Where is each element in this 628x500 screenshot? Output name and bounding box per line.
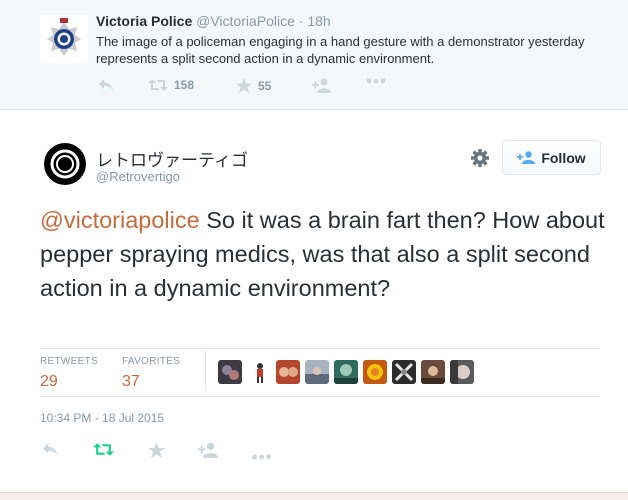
gear-icon (471, 149, 489, 167)
retweets-label: RETWEETS (40, 356, 98, 367)
retweet-button[interactable] (93, 442, 114, 462)
reply-icon (43, 443, 58, 456)
favorite-icon (148, 442, 165, 458)
avatar-image (363, 360, 387, 384)
stats-bottom-divider (40, 396, 600, 397)
favoriter-avatar[interactable] (248, 360, 272, 384)
parent-header-separator: · (298, 13, 304, 29)
follow-author-button[interactable] (198, 442, 219, 463)
follow-button-label: Follow (541, 149, 586, 166)
reply-icon (99, 79, 113, 91)
favoriter-avatar[interactable] (276, 360, 300, 384)
parent-favorite-button[interactable]: 55 (236, 78, 271, 93)
author-screen-name[interactable]: @Retrovertigo (96, 169, 180, 184)
avatar-image (421, 360, 445, 384)
parent-tweet[interactable]: Victoria Police @VictoriaPolice · 18h Th… (0, 0, 628, 110)
user-actions-gear-button[interactable] (470, 148, 490, 168)
favoriter-avatar[interactable] (305, 360, 329, 384)
tweet-text: @victoriapolice So it was a brain fart t… (40, 203, 605, 305)
swirl-logo-icon (44, 143, 86, 185)
parent-tweet-header: Victoria Police @VictoriaPolice · 18h (96, 13, 331, 29)
avatar-image (218, 360, 242, 384)
parent-retweet-button[interactable]: 158 (148, 78, 194, 92)
author-display-name[interactable]: レトロヴァーティゴ (96, 146, 248, 171)
tweet-timestamp[interactable]: 10:34 PM - 18 Jul 2015 (40, 411, 164, 425)
victoria-police-avatar[interactable] (40, 15, 88, 63)
follow-icon (198, 442, 218, 458)
avatar-image (248, 360, 272, 384)
more-icon (252, 454, 271, 460)
mention-link[interactable]: @victoriapolice (40, 207, 200, 233)
parent-tweet-text: The image of a policeman engaging in a h… (96, 34, 585, 66)
more-icon (366, 78, 386, 84)
retweets-count: 29 (40, 373, 58, 390)
parent-follow-button[interactable] (312, 78, 332, 93)
reply-box-strip (0, 492, 628, 500)
parent-more-button[interactable] (366, 78, 386, 84)
parent-reply-button[interactable] (98, 78, 114, 92)
favorites-label: FAVORITES (122, 356, 181, 367)
more-button[interactable] (251, 447, 272, 465)
parent-author-handle[interactable]: @VictoriaPolice (196, 13, 295, 29)
favoriter-avatar[interactable] (334, 360, 358, 384)
reply-button[interactable] (42, 442, 59, 462)
avatar-image (392, 360, 416, 384)
follow-person-icon (517, 151, 536, 164)
avatar-image (334, 360, 358, 384)
favoriter-avatar[interactable] (421, 360, 445, 384)
avatar-image (450, 360, 474, 384)
retweet-icon (148, 79, 168, 91)
favorite-icon (236, 78, 252, 93)
stats-top-divider (40, 348, 600, 349)
parent-author-name[interactable]: Victoria Police (96, 13, 192, 29)
police-badge-icon (40, 15, 88, 63)
favoriter-avatar[interactable] (392, 360, 416, 384)
favorites-stat[interactable]: FAVORITES 37 (122, 356, 180, 391)
retrovertigo-avatar[interactable] (44, 143, 86, 185)
retweet-icon (93, 443, 114, 456)
favoriter-avatar[interactable] (218, 360, 242, 384)
avatar-image (276, 360, 300, 384)
favorite-button[interactable] (148, 442, 165, 463)
retweets-stat[interactable]: RETWEETS 29 (40, 356, 98, 391)
parent-tweet-time[interactable]: 18h (307, 13, 330, 29)
follow-icon (312, 78, 331, 93)
favoriter-avatar[interactable] (363, 360, 387, 384)
stats-separator (205, 350, 206, 390)
favoriter-avatar[interactable] (450, 360, 474, 384)
follow-button[interactable]: Follow (502, 140, 601, 175)
favorites-count: 37 (122, 373, 140, 390)
parent-retweet-count: 158 (174, 78, 195, 92)
avatar-image (305, 360, 329, 384)
parent-favorite-count: 55 (258, 78, 272, 93)
